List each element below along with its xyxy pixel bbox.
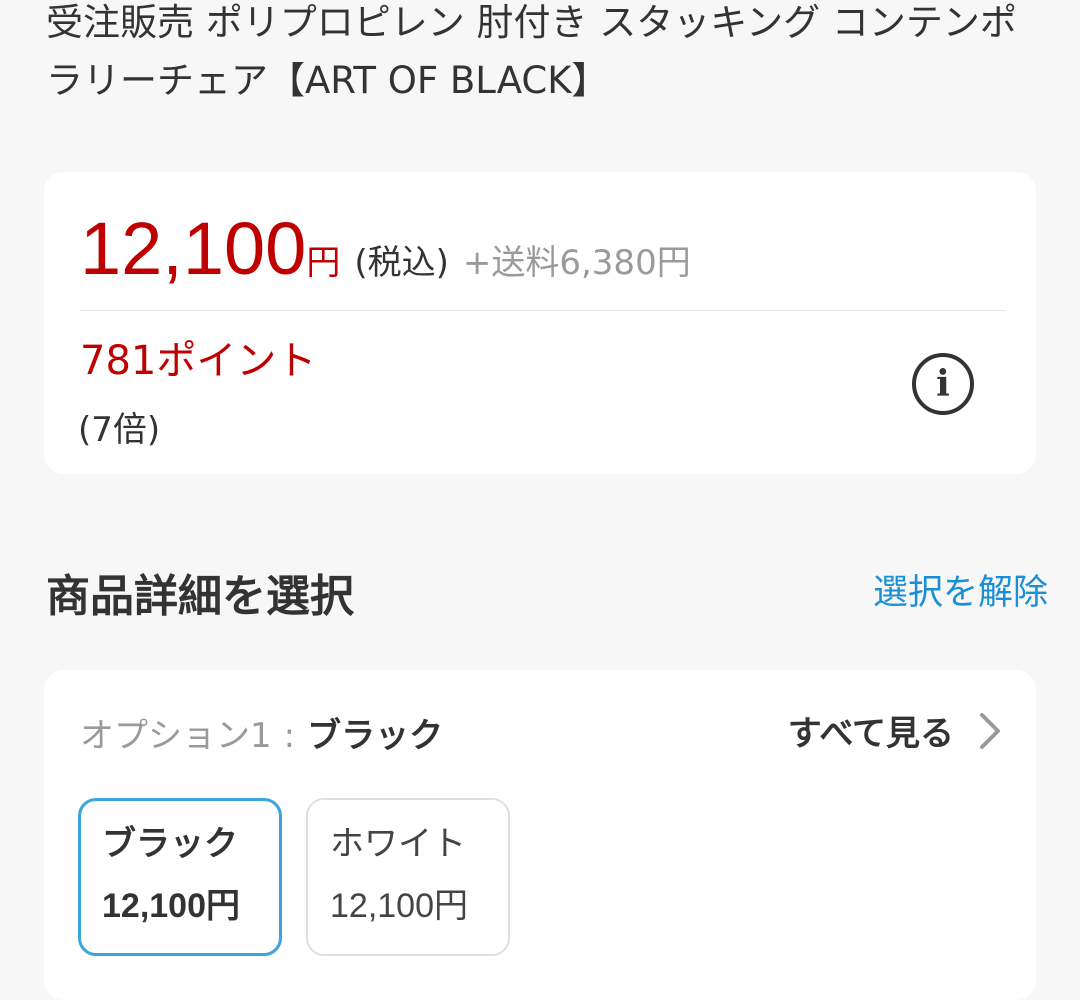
info-icon[interactable]: i — [912, 353, 974, 415]
clear-selection-link[interactable]: 選択を解除 — [873, 564, 1048, 615]
option-choice-black[interactable]: ブラック 12,100円 — [78, 798, 282, 956]
option-separator: : — [283, 716, 296, 756]
option-choice-price: 12,100円 — [330, 887, 468, 925]
product-title: 受注販売 ポリプロピレン 肘付き スタッキング コンテンポラリーチェア【ART … — [46, 1, 1017, 102]
points-earned: 781ポイント — [80, 338, 317, 384]
option-selected-value: ブラック — [307, 716, 444, 756]
see-all-button[interactable]: すべて見る — [788, 706, 1006, 755]
price-amount: 12,100 — [80, 207, 307, 290]
price-row: 12,100円 (税込) +送料6,380円 — [80, 206, 691, 291]
section-title-product-details: 商品詳細を選択 — [46, 571, 354, 622]
price-card: 12,100円 (税込) +送料6,380円 781ポイント (7倍) i — [44, 172, 1036, 474]
shipping-fee: +送料6,380円 — [462, 243, 691, 283]
divider — [80, 310, 1006, 311]
chevron-right-icon — [980, 712, 1000, 749]
option-choice-name: ブラック — [102, 824, 238, 864]
option-choice-white[interactable]: ホワイト 12,100円 — [306, 798, 510, 956]
option-card: オプション1: ブラック すべて見る ブラック 12,100円 ホワイト 12,1… — [44, 670, 1036, 1000]
price-yen-unit: 円 — [306, 243, 341, 283]
option-choices: ブラック 12,100円 ホワイト 12,100円 — [78, 798, 534, 956]
tax-included-note: (税込) — [354, 243, 449, 283]
option-header: オプション1: ブラック — [80, 708, 443, 757]
points-multiplier: (7倍) — [78, 410, 161, 450]
option-choice-price: 12,100円 — [102, 887, 240, 925]
see-all-label: すべて見る — [787, 714, 954, 754]
option-choice-name: ホワイト — [330, 824, 466, 864]
option-label: オプション1 — [80, 716, 272, 756]
